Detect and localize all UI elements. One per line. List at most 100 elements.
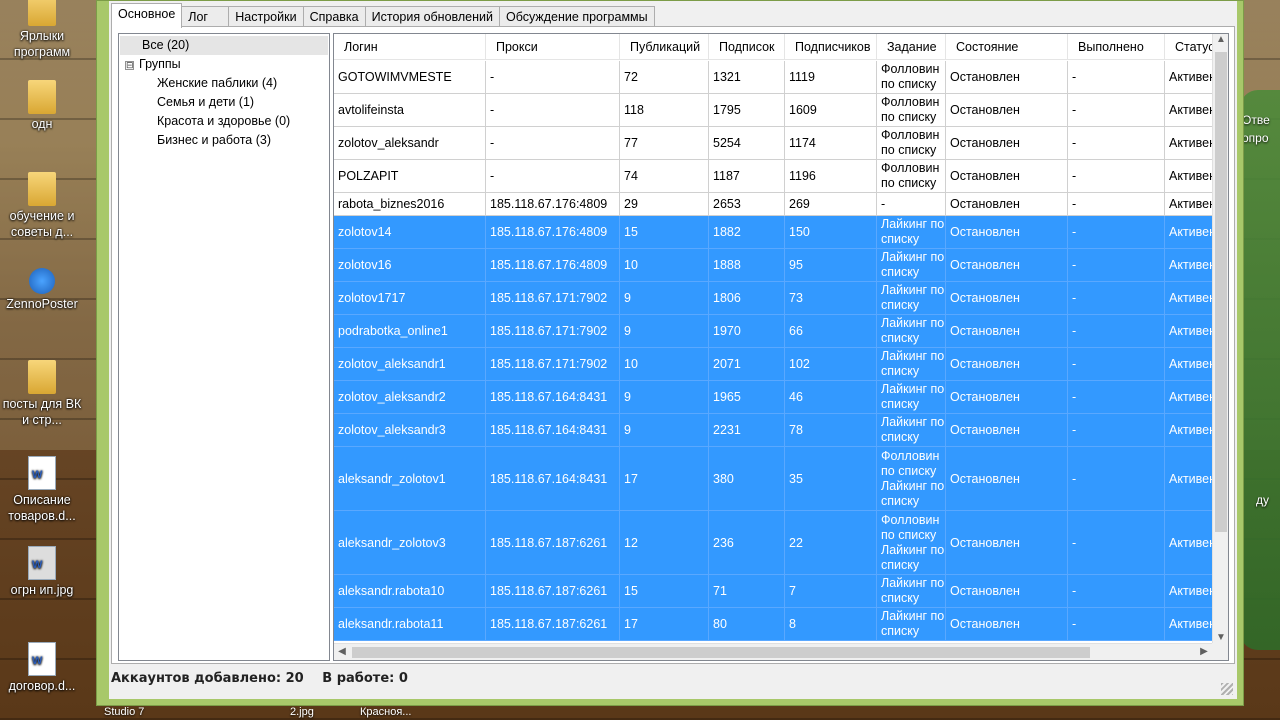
vertical-scrollbar[interactable]: ▲ ▼ bbox=[1212, 34, 1228, 645]
table-header: Логин Прокси Публикаций Подписок Подписч… bbox=[334, 34, 1214, 60]
cell-login: aleksandr.rabota11 bbox=[334, 608, 486, 640]
column-header-task[interactable]: Задание bbox=[877, 34, 946, 60]
desktop-icon-label: Описание товаров.d... bbox=[8, 493, 76, 523]
column-header-status[interactable]: Статус bbox=[1165, 34, 1214, 60]
cell-following: 2231 bbox=[709, 414, 785, 446]
desktop-icon-contract-doc[interactable]: договор.d... bbox=[0, 642, 84, 694]
resize-grip[interactable] bbox=[1221, 683, 1233, 695]
cell-posts: 15 bbox=[620, 216, 709, 248]
cell-task: - bbox=[877, 193, 946, 215]
cell-proxy: 185.118.67.187:6261 bbox=[486, 608, 620, 640]
tree-item-all[interactable]: Все (20) bbox=[120, 36, 328, 55]
cell-state: Остановлен bbox=[946, 315, 1068, 347]
horizontal-scrollbar[interactable]: ◀ ▶ bbox=[334, 643, 1214, 660]
table-row[interactable]: zolotov14 185.118.67.176:4809 15 1882 150 Лай… bbox=[334, 216, 1214, 249]
scroll-right-icon[interactable]: ▶ bbox=[1196, 646, 1212, 657]
accounts-added-count: Аккаунтов добавлено: 20 bbox=[111, 671, 304, 686]
column-header-posts[interactable]: Публикаций bbox=[620, 34, 709, 60]
cell-proxy: 185.118.67.187:6261 bbox=[486, 511, 620, 574]
desktop-icon-zennoposter[interactable]: ZennoPoster bbox=[0, 268, 84, 312]
document-icon bbox=[28, 642, 56, 676]
table-row[interactable]: rabota_biznes2016 185.118.67.176:4809 29 26… bbox=[334, 193, 1214, 216]
cell-done: - bbox=[1068, 315, 1165, 347]
cell-following: 1806 bbox=[709, 282, 785, 314]
cell-posts: 9 bbox=[620, 381, 709, 413]
desktop-label-bottom-3: Красноя... bbox=[360, 706, 412, 718]
cell-login: podrabotka_online1 bbox=[334, 315, 486, 347]
tab-program-discussion[interactable]: Обсуждение программы bbox=[499, 6, 655, 28]
accounts-table[interactable]: Логин Прокси Публикаций Подписок Подписч… bbox=[333, 33, 1229, 661]
tab-strip: Основное Лог Настройки Справка История о… bbox=[111, 3, 655, 28]
column-header-state[interactable]: Состояние bbox=[946, 34, 1068, 60]
table-row[interactable]: GOTOWIMVMESTE -72 1321 1119 Фолловин по спис… bbox=[334, 61, 1214, 94]
cell-status: Активен bbox=[1165, 608, 1214, 640]
table-row[interactable]: aleksandr_zolotov1 185.118.67.164:8431 17 3… bbox=[334, 447, 1214, 511]
desktop-icon-vk-posts-folder[interactable]: посты для ВК и стр... bbox=[0, 360, 84, 428]
table-row[interactable]: zolotov_aleksandr1 185.118.67.171:7902 10 2… bbox=[334, 348, 1214, 381]
status-bar: Аккаунтов добавлено: 20 В работе: 0 bbox=[111, 671, 422, 686]
cell-following: 1187 bbox=[709, 160, 785, 192]
tab-log[interactable]: Лог bbox=[181, 6, 230, 28]
cell-task: Лайкинг по списку bbox=[877, 282, 946, 314]
scroll-left-icon[interactable]: ◀ bbox=[334, 646, 350, 657]
column-header-done[interactable]: Выполнено bbox=[1068, 34, 1165, 60]
table-row[interactable]: aleksandr.rabota11 185.118.67.187:6261 17 8… bbox=[334, 608, 1214, 641]
horizontal-scroll-thumb[interactable] bbox=[352, 647, 1090, 658]
app-icon bbox=[29, 268, 55, 294]
tab-help[interactable]: Справка bbox=[302, 6, 366, 28]
tree-item-groups[interactable]: ⊟ Группы bbox=[119, 55, 329, 74]
cell-state: Остановлен bbox=[946, 348, 1068, 380]
cell-state: Остановлен bbox=[946, 61, 1068, 93]
tab-page-main: Все (20) ⊟ Группы Женские паблики (4) Сем… bbox=[111, 26, 1235, 664]
cell-proxy: 185.118.67.176:4809 bbox=[486, 193, 620, 215]
cell-posts: 9 bbox=[620, 315, 709, 347]
cell-followers: 150 bbox=[785, 216, 877, 248]
desktop-icon-training-folder[interactable]: обучение и советы д... bbox=[0, 172, 84, 240]
cell-following: 2071 bbox=[709, 348, 785, 380]
tree-item-family-kids[interactable]: Семья и дети (1) bbox=[119, 93, 329, 112]
column-header-login[interactable]: Логин bbox=[334, 34, 486, 60]
desktop-icon-label: одн bbox=[31, 117, 53, 131]
desktop-icon-odn-folder[interactable]: одн bbox=[0, 80, 84, 132]
cell-state: Остановлен bbox=[946, 575, 1068, 607]
desktop-label-right-2: опро bbox=[1242, 131, 1269, 145]
table-row[interactable]: zolotov_aleksandr2 185.118.67.164:8431 9 19… bbox=[334, 381, 1214, 414]
column-header-followers[interactable]: Подписчиков bbox=[785, 34, 877, 60]
desktop-icon-label: договор.d... bbox=[8, 679, 76, 693]
vertical-scroll-thumb[interactable] bbox=[1215, 52, 1227, 532]
table-row[interactable]: zolotov16 185.118.67.176:4809 10 1888 95 Лайк… bbox=[334, 249, 1214, 282]
cell-followers: 78 bbox=[785, 414, 877, 446]
tab-update-history[interactable]: История обновлений bbox=[364, 6, 501, 28]
column-header-following[interactable]: Подписок bbox=[709, 34, 785, 60]
desktop-icon-product-description-doc[interactable]: Описание товаров.d... bbox=[0, 456, 84, 524]
table-row[interactable]: POLZAPIT -74 1187 1196 Фолловин по списку Ост… bbox=[334, 160, 1214, 193]
cell-done: - bbox=[1068, 94, 1165, 126]
scroll-up-icon[interactable]: ▲ bbox=[1213, 34, 1228, 45]
tree-item-beauty-health[interactable]: Красота и здоровье (0) bbox=[119, 112, 329, 131]
tab-main[interactable]: Основное bbox=[111, 3, 183, 28]
table-row[interactable]: aleksandr_zolotov3 185.118.67.187:6261 12 2… bbox=[334, 511, 1214, 575]
table-row[interactable]: zolotov_aleksandr -77 5254 1174 Фолловин по … bbox=[334, 127, 1214, 160]
table-row[interactable]: zolotov_aleksandr3 185.118.67.164:8431 9 22… bbox=[334, 414, 1214, 447]
desktop-icon-ogrn-image[interactable]: огрн ип.jpg bbox=[0, 546, 84, 598]
cell-proxy: 185.118.67.164:8431 bbox=[486, 381, 620, 413]
cell-proxy: 185.118.67.164:8431 bbox=[486, 414, 620, 446]
tab-settings[interactable]: Настройки bbox=[228, 6, 304, 28]
groups-tree[interactable]: Все (20) ⊟ Группы Женские паблики (4) Сем… bbox=[118, 33, 330, 661]
cell-followers: 1119 bbox=[785, 61, 877, 93]
collapse-icon[interactable]: ⊟ bbox=[125, 61, 134, 70]
cell-login: GOTOWIMVMESTE bbox=[334, 61, 486, 93]
scroll-down-icon[interactable]: ▼ bbox=[1213, 632, 1228, 643]
cell-status: Активен bbox=[1165, 94, 1214, 126]
desktop-icon-shortcuts-folder[interactable]: Ярлыки программ bbox=[0, 0, 84, 60]
tree-item-business-work[interactable]: Бизнес и работа (3) bbox=[119, 131, 329, 150]
table-row[interactable]: aleksandr.rabota10 185.118.67.187:6261 15 7… bbox=[334, 575, 1214, 608]
cell-posts: 29 bbox=[620, 193, 709, 215]
table-row[interactable]: podrabotka_online1 185.118.67.171:7902 9 19… bbox=[334, 315, 1214, 348]
table-row[interactable]: zolotov1717 185.118.67.171:7902 9 1806 73 Лай… bbox=[334, 282, 1214, 315]
column-header-proxy[interactable]: Прокси bbox=[486, 34, 620, 60]
tree-item-womens-publics[interactable]: Женские паблики (4) bbox=[119, 74, 329, 93]
document-icon bbox=[28, 456, 56, 490]
table-row[interactable]: avtolifeinsta -118 1795 1609 Фолловин по спи… bbox=[334, 94, 1214, 127]
cell-done: - bbox=[1068, 249, 1165, 281]
